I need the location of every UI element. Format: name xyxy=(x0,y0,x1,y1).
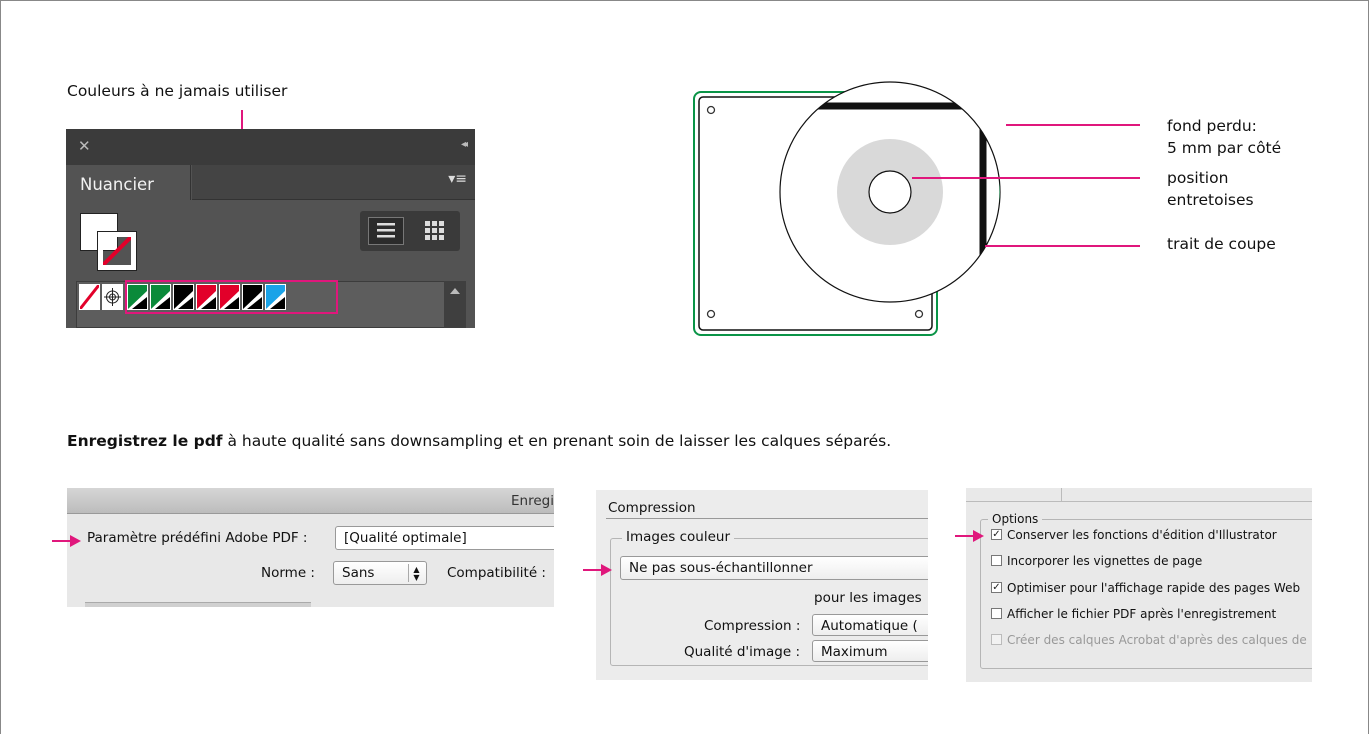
label-spacer-1: position xyxy=(1167,169,1229,187)
label-spacer-2: entretoises xyxy=(1167,191,1254,209)
for-images-label: pour les images xyxy=(814,590,922,606)
checkbox-acrobat-layers[interactable] xyxy=(991,634,1002,645)
forbidden-colors-caption: Couleurs à ne jamais utiliser xyxy=(67,82,288,100)
collapse-icon[interactable]: ◂◂ xyxy=(461,139,468,150)
downsample-select[interactable]: Ne pas sous-échantillonner xyxy=(620,556,928,580)
compression-label: Compression : xyxy=(704,618,801,634)
checkbox-thumbnails[interactable] xyxy=(991,555,1002,566)
checkbox-view-after-save[interactable] xyxy=(991,608,1002,619)
checkbox-keep-editing[interactable]: ✓ xyxy=(991,529,1002,540)
norm-select[interactable]: Sans ▲ ▼ xyxy=(333,561,427,585)
compat-label: Compatibilité : xyxy=(447,565,546,581)
option-view-after-save: Afficher le fichier PDF après l'enregist… xyxy=(1007,607,1277,621)
scrollbar[interactable] xyxy=(444,281,466,328)
quality-label: Qualité d'image : xyxy=(684,644,801,660)
label-cut: trait de coupe xyxy=(1167,235,1276,253)
quality-select[interactable]: Maximum xyxy=(812,640,928,662)
pdf-options-dialog: Options ✓ Conserver les fonctions d'édit… xyxy=(966,488,1312,682)
panel-titlebar: ✕ ◂◂ xyxy=(66,129,475,165)
swatch-none[interactable] xyxy=(79,284,100,310)
stroke-swatch[interactable] xyxy=(97,231,137,271)
compression-select[interactable]: Automatique ( xyxy=(812,614,928,636)
option-fast-web-view: Optimiser pour l'affichage rapide des pa… xyxy=(1007,581,1301,595)
list-view-icon[interactable] xyxy=(368,217,404,245)
swatches-panel: ✕ ◂◂ Nuancier ▾≡ xyxy=(66,129,475,328)
instruction-bold: Enregistrez le pdf xyxy=(67,432,223,450)
bleed-diagram xyxy=(693,81,1140,336)
option-thumbnails: Incorporer les vignettes de page xyxy=(1007,554,1203,568)
instruction-text: Enregistrez le pdf à haute qualité sans … xyxy=(67,432,891,450)
checkbox-fast-web-view[interactable]: ✓ xyxy=(991,582,1002,593)
forbidden-swatches-highlight xyxy=(125,280,338,314)
options-title: Options xyxy=(988,512,1043,526)
spacer-hole-detail xyxy=(868,170,912,214)
option-acrobat-layers: Créer des calques Acrobat d'après des ca… xyxy=(1007,633,1307,647)
panel-menu-icon[interactable]: ▾≡ xyxy=(448,171,467,187)
dialog-titlebar: Enregi xyxy=(67,488,554,514)
tab-nuancier[interactable]: Nuancier xyxy=(66,165,191,200)
grid-view-icon[interactable] xyxy=(416,217,452,245)
pointer-arrow-options xyxy=(955,530,984,542)
swatch-registration[interactable] xyxy=(102,284,123,310)
pointer-arrow-downsample xyxy=(583,564,612,576)
option-keep-editing: Conserver les fonctions d'édition d'Illu… xyxy=(1007,528,1277,542)
label-bleed-1: fond perdu: xyxy=(1167,117,1257,135)
pdf-save-dialog-preset: Enregi Paramètre prédéfini Adobe PDF : [… xyxy=(67,488,554,607)
color-images-title: Images couleur xyxy=(622,529,735,545)
preset-label: Paramètre prédéfini Adobe PDF : xyxy=(87,530,308,546)
pdf-compression-dialog: Compression Images couleur Ne pas sous-é… xyxy=(596,490,928,680)
label-bleed-2: 5 mm par côté xyxy=(1167,139,1282,157)
dialog-title: Enregi xyxy=(511,493,554,509)
close-icon[interactable]: ✕ xyxy=(78,137,91,155)
instruction-rest: à haute qualité sans downsampling et en … xyxy=(222,432,892,450)
compression-section-title: Compression xyxy=(608,500,696,516)
stepper-icon: ▲ ▼ xyxy=(408,564,424,582)
norm-label: Norme : xyxy=(261,565,315,581)
pointer-arrow-preset xyxy=(52,535,81,547)
preset-select[interactable]: [Qualité optimale] xyxy=(335,526,554,550)
